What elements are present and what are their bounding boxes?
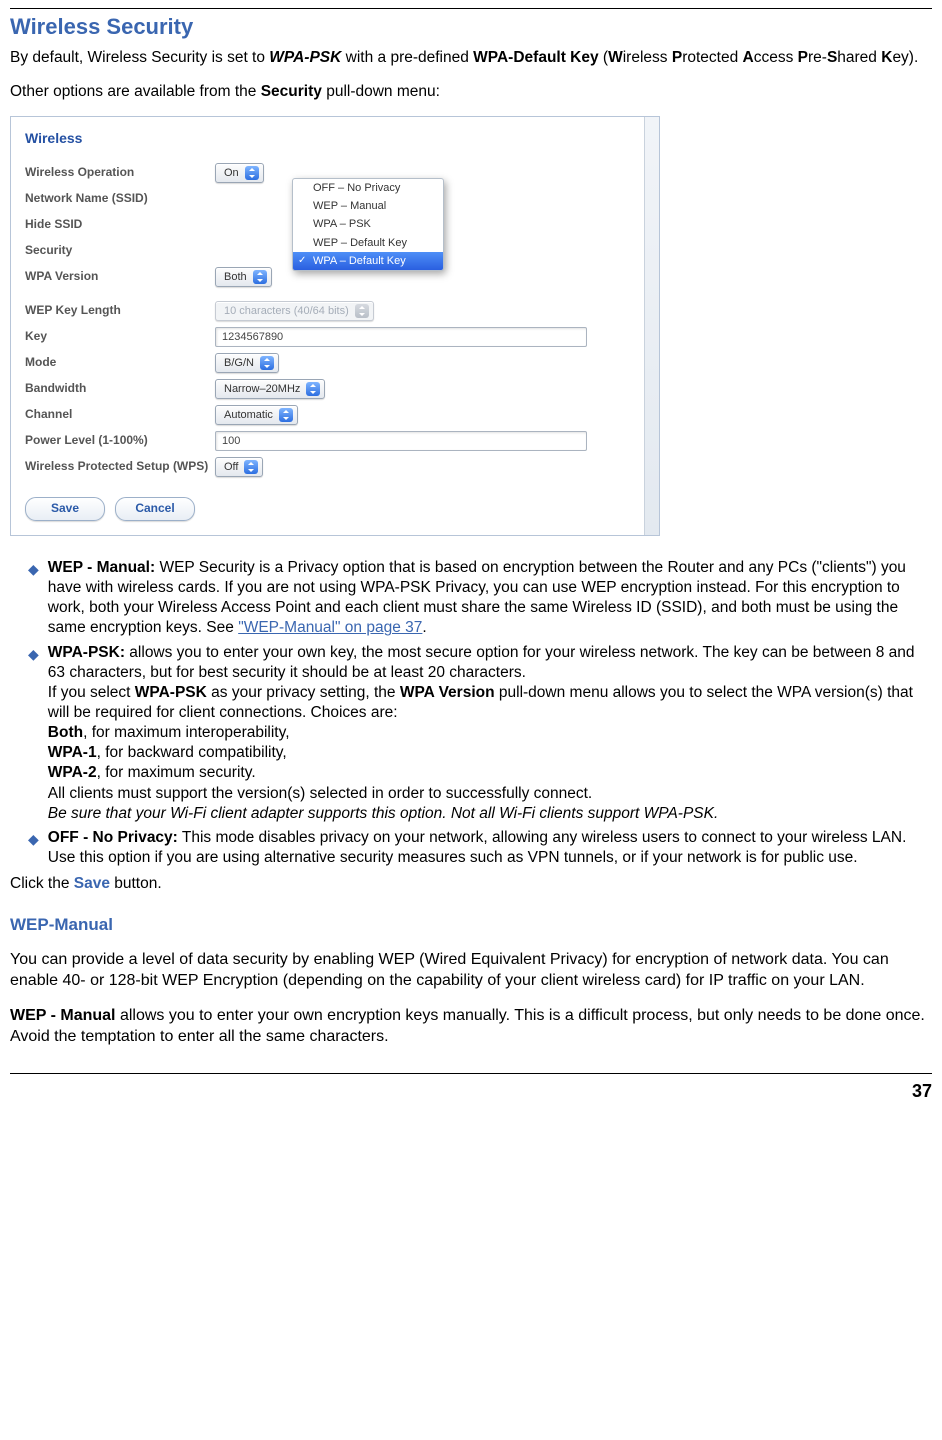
security-dropdown-menu[interactable]: OFF – No Privacy WEP – Manual WPA – PSK … bbox=[292, 178, 444, 271]
bullet-wep-manual: ◆ WEP - Manual: WEP Security is a Privac… bbox=[28, 558, 932, 639]
page-heading: Wireless Security bbox=[10, 13, 932, 42]
select-arrows-icon bbox=[245, 166, 259, 180]
diamond-bullet-icon: ◆ bbox=[28, 830, 39, 868]
page-number: 37 bbox=[10, 1080, 932, 1103]
bullet-off-no-privacy: ◆ OFF - No Privacy: This mode disables p… bbox=[28, 828, 932, 868]
dropdown-option-selected[interactable]: WPA – Default Key bbox=[293, 252, 443, 270]
row-wps: Wireless Protected Setup (WPS) Off bbox=[21, 455, 649, 479]
select-channel[interactable]: Automatic bbox=[215, 405, 298, 425]
save-instruction: Click the Save button. bbox=[10, 874, 932, 894]
diamond-bullet-icon: ◆ bbox=[28, 560, 39, 639]
select-arrows-icon bbox=[279, 408, 293, 422]
select-arrows-icon bbox=[253, 270, 267, 284]
link-wep-manual-ref[interactable]: "WEP-Manual" on page 37 bbox=[238, 619, 422, 636]
diamond-bullet-icon: ◆ bbox=[28, 645, 39, 824]
select-arrows-icon bbox=[260, 356, 274, 370]
select-wep-key-length: 10 characters (40/64 bits) bbox=[215, 301, 374, 321]
panel-title: Wireless bbox=[25, 129, 649, 147]
select-bandwidth[interactable]: Narrow–20MHz bbox=[215, 379, 325, 399]
top-rule bbox=[10, 8, 932, 9]
input-key[interactable] bbox=[215, 327, 587, 347]
wep-manual-paragraph-1: You can provide a level of data security… bbox=[10, 950, 932, 992]
row-channel: Channel Automatic bbox=[21, 403, 649, 427]
wep-manual-paragraph-2: WEP - Manual allows you to enter your ow… bbox=[10, 1006, 932, 1048]
select-arrows-icon bbox=[306, 382, 320, 396]
wireless-settings-panel: Wireless Wireless Operation On Network N… bbox=[10, 116, 660, 536]
select-mode[interactable]: B/G/N bbox=[215, 353, 279, 373]
row-bandwidth: Bandwidth Narrow–20MHz bbox=[21, 377, 649, 401]
cancel-button[interactable]: Cancel bbox=[115, 497, 195, 521]
input-power-level[interactable] bbox=[215, 431, 587, 451]
row-mode: Mode B/G/N bbox=[21, 351, 649, 375]
select-arrows-icon bbox=[355, 304, 369, 318]
bottom-rule bbox=[10, 1073, 932, 1074]
select-wps[interactable]: Off bbox=[215, 457, 263, 477]
row-key: Key bbox=[21, 325, 649, 349]
intro-paragraph-1: By default, Wireless Security is set to … bbox=[10, 48, 932, 68]
select-arrows-icon bbox=[244, 460, 258, 474]
wep-manual-heading: WEP-Manual bbox=[10, 914, 932, 936]
save-button[interactable]: Save bbox=[25, 497, 105, 521]
row-wep-key-length: WEP Key Length 10 characters (40/64 bits… bbox=[21, 299, 649, 323]
select-wireless-operation[interactable]: On bbox=[215, 163, 264, 183]
dropdown-option[interactable]: OFF – No Privacy bbox=[293, 179, 443, 197]
dropdown-option[interactable]: WEP – Default Key bbox=[293, 234, 443, 252]
dropdown-option[interactable]: WPA – PSK bbox=[293, 215, 443, 233]
row-power-level: Power Level (1-100%) bbox=[21, 429, 649, 453]
bullet-wpa-psk: ◆ WPA-PSK: allows you to enter your own … bbox=[28, 643, 932, 824]
dropdown-option[interactable]: WEP – Manual bbox=[293, 197, 443, 215]
panel-scrollbar[interactable] bbox=[644, 117, 659, 535]
select-wpa-version[interactable]: Both bbox=[215, 267, 272, 287]
security-options-list: ◆ WEP - Manual: WEP Security is a Privac… bbox=[10, 558, 932, 868]
intro-paragraph-2: Other options are available from the Sec… bbox=[10, 82, 932, 102]
